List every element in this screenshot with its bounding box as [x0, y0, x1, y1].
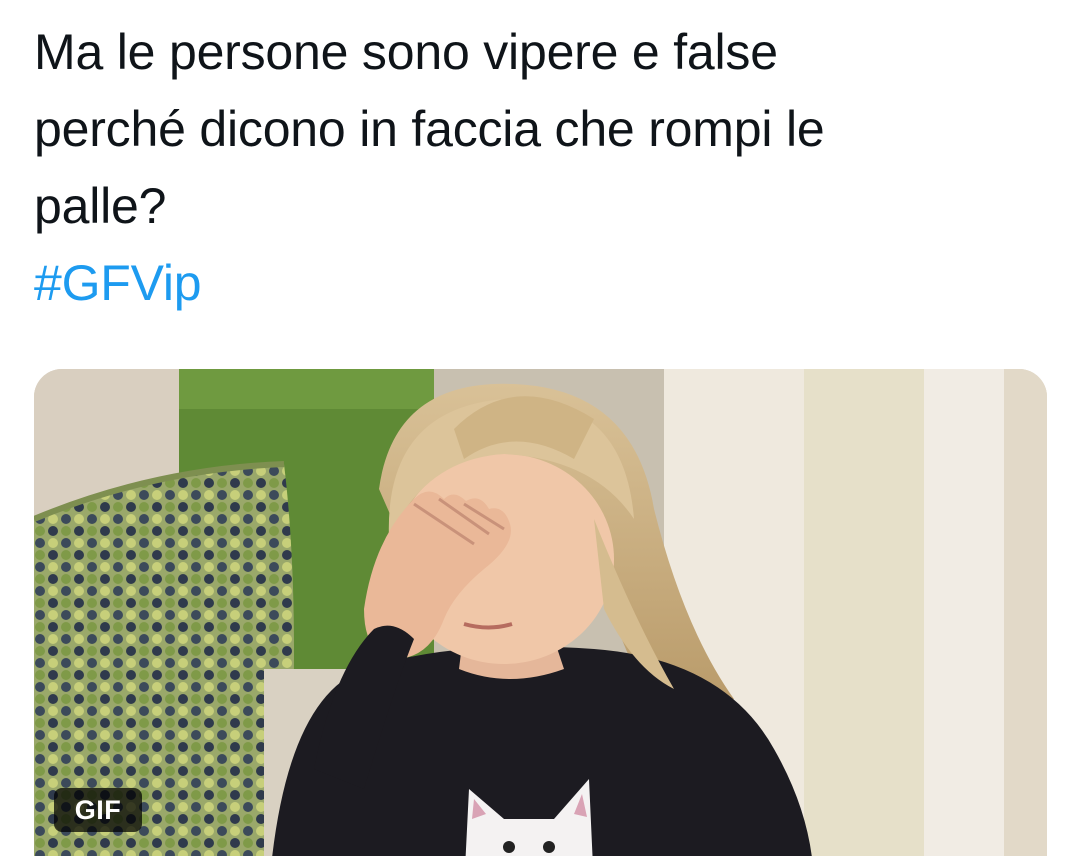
tweet-text: Ma le persone sono vipere e false perché… — [34, 14, 1044, 322]
tweet: Ma le persone sono vipere e false perché… — [0, 0, 1080, 856]
tweet-text-line: palle? — [34, 178, 167, 234]
gif-image — [34, 369, 1047, 856]
tweet-text-line: Ma le persone sono vipere e false — [34, 24, 778, 80]
gif-media[interactable]: GIF — [34, 369, 1047, 856]
gif-badge[interactable]: GIF — [54, 788, 142, 832]
tweet-text-line: perché dicono in faccia che rompi le — [34, 101, 825, 157]
hashtag-link[interactable]: #GFVip — [34, 255, 202, 311]
